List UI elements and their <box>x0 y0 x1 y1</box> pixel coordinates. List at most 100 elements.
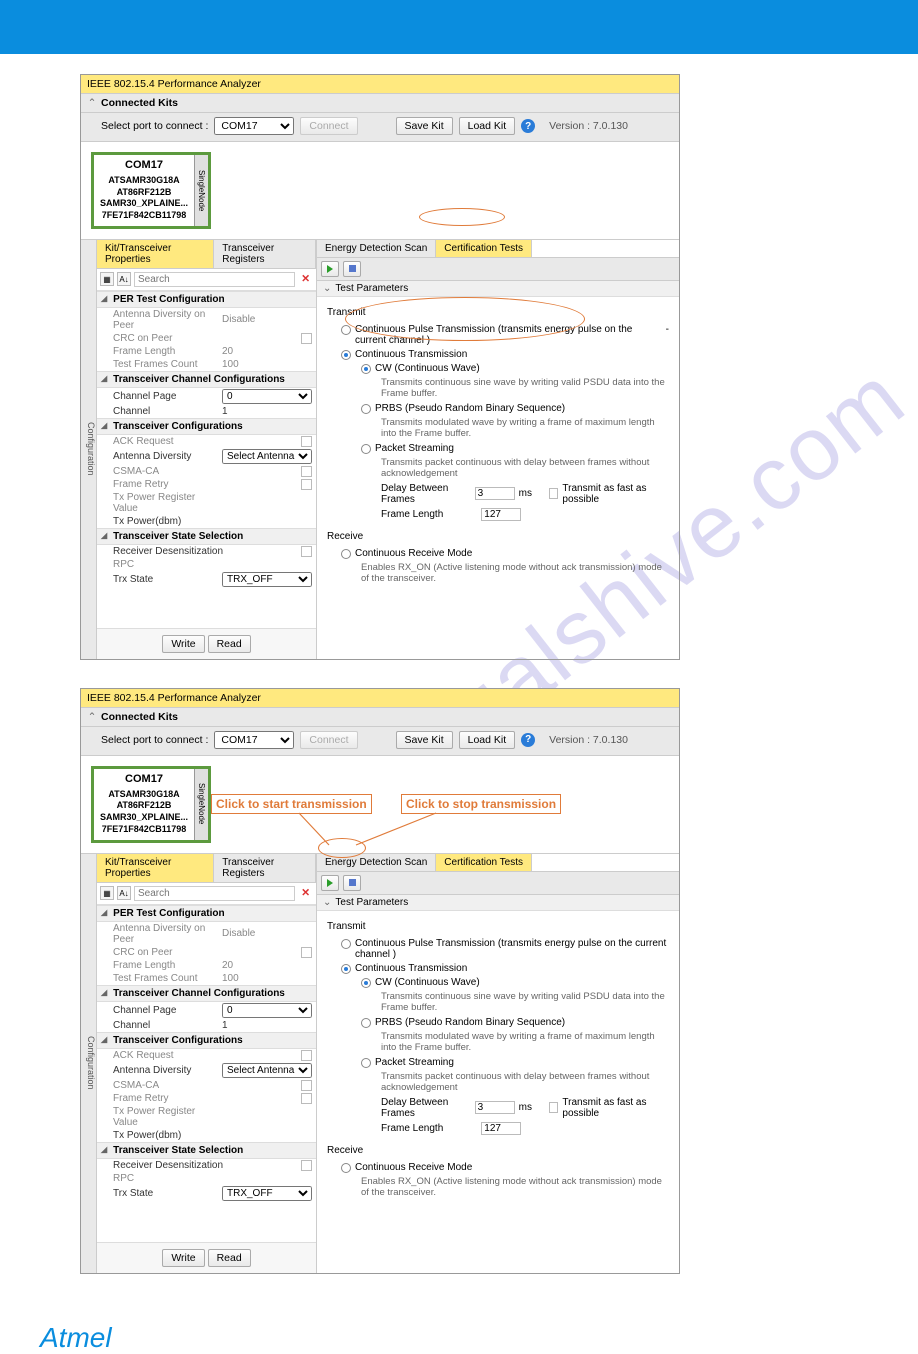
prop-rx-desens-cb[interactable] <box>301 546 312 557</box>
stop-button[interactable] <box>343 261 361 277</box>
collapse-icon[interactable]: ⌄ <box>323 283 331 294</box>
radio-prbs[interactable] <box>361 1018 371 1028</box>
fast-checkbox[interactable] <box>549 1102 559 1113</box>
prop-channel-val[interactable]: 1 <box>222 1020 312 1031</box>
radio-cpt[interactable] <box>341 939 351 949</box>
write-button[interactable]: Write <box>162 635 204 653</box>
search-input[interactable] <box>134 272 295 287</box>
radio-ps[interactable] <box>361 444 371 454</box>
kit-chip2: AT86RF212B <box>96 800 192 812</box>
kit-mode: SingleNode <box>194 769 208 840</box>
framelen-input[interactable] <box>481 1122 521 1135</box>
radio-prbs[interactable] <box>361 404 371 414</box>
radio-cw[interactable] <box>361 978 371 988</box>
receive-section: Receive <box>327 531 669 542</box>
group-channel[interactable]: ◢Transceiver Channel Configurations <box>97 985 316 1002</box>
port-select[interactable]: COM17 <box>214 117 294 135</box>
prop-crc-peer-cb <box>301 947 312 958</box>
read-button[interactable]: Read <box>208 635 251 653</box>
sort-az-icon[interactable]: A↓ <box>117 272 131 286</box>
kit-com: COM17 <box>96 773 192 785</box>
config-vertical-tab[interactable]: Configuration <box>81 854 97 1273</box>
collapse-icon: ⌃ <box>87 97 97 109</box>
help-icon[interactable]: ? <box>521 119 535 133</box>
tab-certification-tests[interactable]: Certification Tests <box>436 240 532 257</box>
sort-cat-icon[interactable]: ▦ <box>100 272 114 286</box>
connect-button[interactable]: Connect <box>300 731 357 749</box>
radio-ps[interactable] <box>361 1058 371 1068</box>
prop-retry-cb <box>301 479 312 490</box>
antenna-diversity-select[interactable]: Select Antenna A1/X2 <box>222 1063 312 1078</box>
cw-desc: Transmits continuous sine wave by writin… <box>381 377 669 399</box>
group-per-test[interactable]: ◢PER Test Configuration <box>97 905 316 922</box>
sort-az-icon[interactable]: A↓ <box>117 886 131 900</box>
clear-search-icon[interactable]: ✕ <box>298 273 313 285</box>
test-parameters-label: Test Parameters <box>335 283 408 294</box>
kit-card[interactable]: COM17 ATSAMR30G18A AT86RF212B SAMR30_XPL… <box>91 766 211 843</box>
opt-ps: Packet Streaming <box>375 443 454 454</box>
fast-checkbox[interactable] <box>549 488 559 499</box>
sort-cat-icon[interactable]: ▦ <box>100 886 114 900</box>
stop-button[interactable] <box>343 875 361 891</box>
tab-energy-scan[interactable]: Energy Detection Scan <box>317 854 436 871</box>
save-kit-button[interactable]: Save Kit <box>396 731 453 749</box>
version-label: Version : 7.0.130 <box>549 734 628 746</box>
radio-ct[interactable] <box>341 964 351 974</box>
read-button[interactable]: Read <box>208 1249 251 1267</box>
group-state[interactable]: ◢Transceiver State Selection <box>97 528 316 545</box>
channel-page-select[interactable]: 0 <box>222 389 312 404</box>
transmit-section: Transmit <box>327 921 669 932</box>
prop-channel-page: Channel Page <box>113 1005 222 1016</box>
save-kit-button[interactable]: Save Kit <box>396 117 453 135</box>
channel-page-select[interactable]: 0 <box>222 1003 312 1018</box>
prop-channel-val[interactable]: 1 <box>222 406 312 417</box>
opt-ps: Packet Streaming <box>375 1057 454 1068</box>
port-row: Select port to connect : COM17 Connect S… <box>81 113 679 142</box>
start-button[interactable] <box>321 875 339 891</box>
load-kit-button[interactable]: Load Kit <box>459 731 516 749</box>
radio-ct[interactable] <box>341 350 351 360</box>
group-transceiver-cfg[interactable]: ◢Transceiver Configurations <box>97 1032 316 1049</box>
connected-kits-header[interactable]: ⌃ Connected Kits <box>81 707 679 727</box>
framelen-input[interactable] <box>481 508 521 521</box>
connected-kits-label: Connected Kits <box>101 97 178 109</box>
clear-search-icon[interactable]: ✕ <box>298 887 313 899</box>
radio-cw[interactable] <box>361 364 371 374</box>
prop-test-frames: Test Frames Count <box>113 359 222 370</box>
group-transceiver-cfg[interactable]: ◢Transceiver Configurations <box>97 418 316 435</box>
delay-input[interactable] <box>475 1101 515 1114</box>
kit-card[interactable]: COM17 ATSAMR30G18A AT86RF212B SAMR30_XPL… <box>91 152 211 229</box>
radio-crm[interactable] <box>341 1163 351 1173</box>
group-state[interactable]: ◢Transceiver State Selection <box>97 1142 316 1159</box>
tab-transceiver-registers[interactable]: Transceiver Registers <box>214 854 316 882</box>
port-select[interactable]: COM17 <box>214 731 294 749</box>
prop-rx-desens-cb[interactable] <box>301 1160 312 1171</box>
connect-button[interactable]: Connect <box>300 117 357 135</box>
antenna-diversity-select[interactable]: Select Antenna A1/X2 <box>222 449 312 464</box>
collapse-icon[interactable]: ⌄ <box>323 897 331 908</box>
right-pane: Energy Detection Scan Certification Test… <box>317 240 679 659</box>
radio-cpt[interactable] <box>341 325 351 335</box>
tab-kit-properties[interactable]: Kit/Transceiver Properties <box>97 240 214 268</box>
analyzer-window-2: IEEE 802.15.4 Performance Analyzer ⌃ Con… <box>80 688 680 1274</box>
tab-kit-properties[interactable]: Kit/Transceiver Properties <box>97 854 214 882</box>
help-icon[interactable]: ? <box>521 733 535 747</box>
group-per-test[interactable]: ◢PER Test Configuration <box>97 291 316 308</box>
play-icon <box>327 879 333 887</box>
connected-kits-header[interactable]: ⌃ Connected Kits <box>81 93 679 113</box>
tab-certification-tests[interactable]: Certification Tests <box>436 854 532 871</box>
search-input[interactable] <box>134 886 295 901</box>
tab-transceiver-registers[interactable]: Transceiver Registers <box>214 240 316 268</box>
start-button[interactable] <box>321 261 339 277</box>
ms-label: ms <box>519 488 532 499</box>
collapse-icon: ⌃ <box>87 711 97 723</box>
radio-crm[interactable] <box>341 549 351 559</box>
config-vertical-tab[interactable]: Configuration <box>81 240 97 659</box>
write-button[interactable]: Write <box>162 1249 204 1267</box>
group-channel[interactable]: ◢Transceiver Channel Configurations <box>97 371 316 388</box>
tab-energy-scan[interactable]: Energy Detection Scan <box>317 240 436 257</box>
trx-state-select[interactable]: TRX_OFF <box>222 572 312 587</box>
delay-input[interactable] <box>475 487 515 500</box>
prop-frame-len: Frame Length <box>113 960 222 971</box>
load-kit-button[interactable]: Load Kit <box>459 117 516 135</box>
